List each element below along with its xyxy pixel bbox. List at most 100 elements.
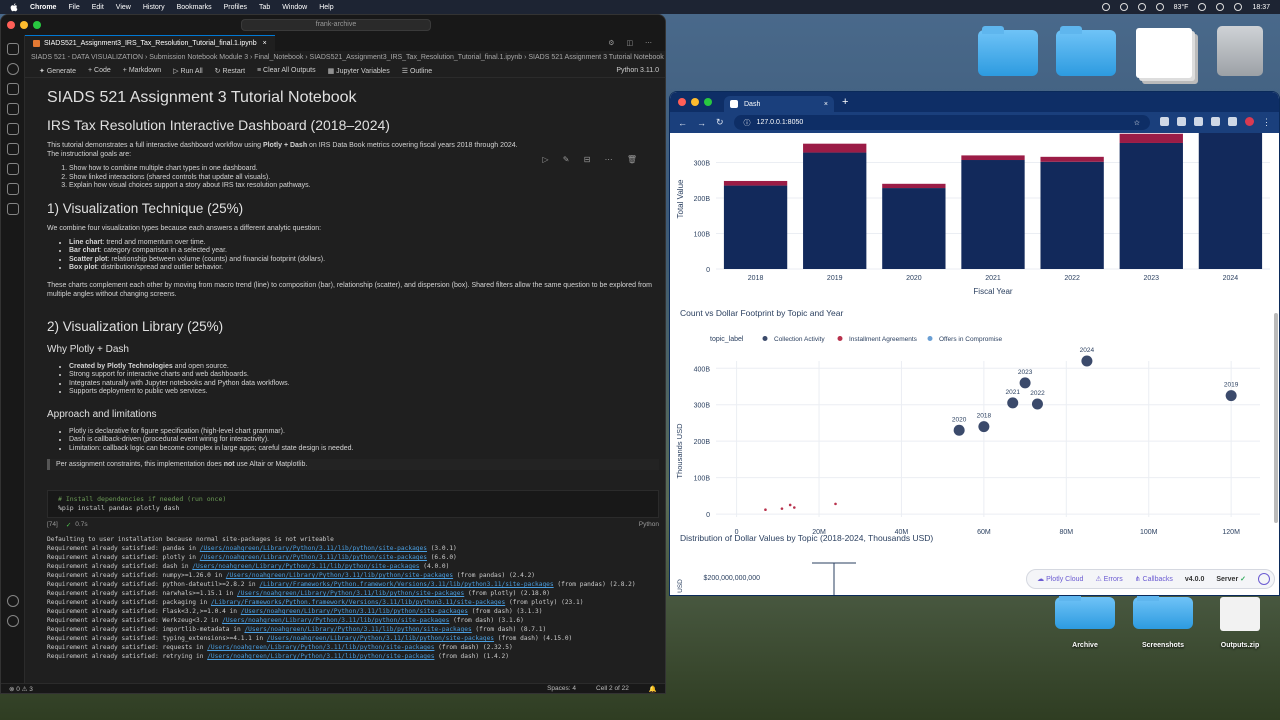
desktop-screenshots[interactable]: Screenshots (1133, 593, 1193, 649)
run-all-button[interactable]: ▷ Run All (173, 67, 203, 75)
profile-avatar[interactable] (1245, 117, 1254, 126)
scatter-chart[interactable]: topic_label Collection Activity Installmen… (670, 321, 1279, 541)
new-tab-button[interactable]: + (842, 96, 848, 108)
menu-history[interactable]: History (143, 4, 165, 11)
close-window-button[interactable] (7, 21, 15, 29)
extensions-puzzle-icon[interactable] (1211, 117, 1220, 126)
plotly-cloud-button[interactable]: ☁ Plotly Cloud (1037, 575, 1083, 583)
menu-window[interactable]: Window (282, 4, 307, 11)
output-path-link[interactable]: /Users/noahgreen/Library/Python/3.11/lib… (241, 608, 468, 615)
menu-bookmarks[interactable]: Bookmarks (177, 4, 212, 11)
explorer-icon[interactable] (6, 43, 19, 55)
settings-gear-icon[interactable] (6, 615, 19, 627)
generate-button[interactable]: ✦ Generate (39, 67, 76, 75)
minimize-window-button[interactable] (691, 98, 699, 106)
output-path-link[interactable]: /Users/noahgreen/Library/Python/3.11/lib… (200, 554, 427, 561)
problems-indicator[interactable]: ⊗ 0 ⚠ 3 (9, 685, 33, 693)
menu-edit[interactable]: Edit (92, 4, 104, 11)
extension-icon[interactable] (1177, 117, 1186, 126)
tab-notebook[interactable]: SIADS521_Assignment3_IRS_Tax_Resolution_… (25, 35, 275, 51)
menu-app-name[interactable]: Chrome (30, 4, 56, 11)
side-panel-icon[interactable] (1228, 117, 1237, 126)
forward-arrow-icon[interactable]: → (697, 118, 706, 128)
menu-file[interactable]: File (68, 4, 79, 11)
desktop-document[interactable] (1136, 28, 1192, 78)
desktop-outputs-zip[interactable]: Outputs.zip (1210, 597, 1270, 649)
cell-toolbar[interactable]: ▷ ✎ ⊟ ⋯ 🗑 (542, 155, 643, 164)
status-app-icon[interactable] (1137, 3, 1146, 11)
jupyter-variables-button[interactable]: ▦ Jupyter Variables (328, 67, 390, 75)
close-window-button[interactable] (678, 98, 686, 106)
stacked-bar-chart[interactable]: 0 100B 200B 300B 2018 2019 2020 2021 2022 2023 202… (670, 133, 1279, 294)
remote-explorer-icon[interactable] (6, 143, 19, 155)
source-control-icon[interactable] (6, 83, 19, 95)
browser-tab-dash[interactable]: Dash × (724, 96, 834, 112)
output-path-link[interactable]: /Library/Frameworks/Python.framework/Ver… (259, 581, 553, 588)
extension-icon[interactable] (1160, 117, 1169, 126)
close-tab-icon[interactable]: × (263, 40, 267, 47)
site-info-icon[interactable]: ⓘ (744, 118, 751, 128)
restart-button[interactable]: ↻ Restart (215, 67, 245, 75)
bookmark-star-icon[interactable]: ☆ (1134, 119, 1140, 127)
cell-language[interactable]: Python (639, 521, 659, 529)
code-cell[interactable]: # Install dependencies if needed (run on… (47, 490, 659, 518)
menu-profiles[interactable]: Profiles (224, 4, 247, 11)
search-icon[interactable] (6, 63, 19, 75)
desktop-archive[interactable]: Archive (1055, 593, 1115, 649)
output-path-link[interactable]: /Users/noahgreen/Library/Python/3.11/lib… (244, 626, 471, 633)
callbacks-button[interactable]: ⋔ Callbacks (1135, 575, 1173, 583)
clear-outputs-button[interactable]: ≡ Clear All Outputs (257, 67, 316, 74)
apple-icon[interactable] (10, 2, 18, 12)
command-center-search[interactable]: frank-archive (241, 19, 431, 31)
server-status[interactable]: Server ✓ (1216, 575, 1246, 583)
errors-button[interactable]: ⚠ Errors (1095, 575, 1122, 583)
control-center-icon[interactable] (1234, 3, 1243, 11)
kernel-picker[interactable]: Python 3.11.0 (616, 67, 659, 74)
output-path-link[interactable]: /Users/noahgreen/Library/Python/3.11/lib… (226, 572, 453, 579)
add-markdown-button[interactable]: + Markdown (123, 67, 161, 74)
breadcrumb[interactable]: SIADS 521 - DATA VISUALIZATION › Submiss… (25, 51, 665, 64)
output-path-link[interactable]: /Users/noahgreen/Library/Python/3.11/lib… (200, 545, 427, 552)
status-record-icon[interactable] (1101, 3, 1110, 11)
zoom-window-button[interactable] (704, 98, 712, 106)
add-code-button[interactable]: + Code (88, 67, 111, 74)
status-extension-icon[interactable] (1119, 3, 1128, 11)
run-debug-icon[interactable] (6, 103, 19, 115)
weather-temp[interactable]: 83°F (1174, 4, 1189, 11)
indentation-indicator[interactable]: Spaces: 4 (547, 685, 576, 692)
battery-icon[interactable] (1216, 3, 1225, 11)
output-path-link[interactable]: /Users/noahgreen/Library/Python/3.11/lib… (267, 635, 494, 642)
containers-icon[interactable] (6, 183, 19, 195)
output-path-link[interactable]: /Users/noahgreen/Library/Python/3.11/lib… (192, 563, 419, 570)
menu-clock[interactable]: 18:37 (1252, 4, 1270, 11)
output-path-link[interactable]: /Users/noahgreen/Library/Python/3.11/lib… (222, 617, 449, 624)
page-scrollbar[interactable] (1274, 313, 1278, 523)
output-path-link[interactable]: /Users/noahgreen/Library/Python/3.11/lib… (237, 590, 464, 597)
back-arrow-icon[interactable]: ← (678, 118, 687, 128)
extension-icon[interactable] (1194, 117, 1203, 126)
menu-view[interactable]: View (116, 4, 131, 11)
chrome-menu-icon[interactable]: ⋮ (1262, 117, 1271, 128)
menu-tab[interactable]: Tab (259, 4, 270, 11)
zoom-window-button[interactable] (33, 21, 41, 29)
desktop-folder-2[interactable] (1056, 26, 1116, 76)
output-path-link[interactable]: /Library/Frameworks/Python.framework/Ver… (211, 599, 505, 606)
cell-position-indicator[interactable]: Cell 2 of 22 (596, 685, 629, 692)
collapse-devtools-icon[interactable] (1258, 573, 1270, 585)
menu-help[interactable]: Help (319, 4, 333, 11)
notifications-bell-icon[interactable]: 🔔 (649, 685, 657, 693)
weather-icon[interactable] (1155, 3, 1164, 11)
python-icon[interactable] (6, 203, 19, 215)
minimize-window-button[interactable] (20, 21, 28, 29)
address-bar[interactable]: ⓘ 127.0.0.1:8050 ☆ (733, 115, 1150, 130)
account-icon[interactable] (6, 595, 19, 607)
desktop-disk[interactable] (1217, 26, 1263, 76)
output-path-link[interactable]: /Users/noahgreen/Library/Python/3.11/lib… (207, 644, 434, 651)
output-path-link[interactable]: /Users/noahgreen/Library/Python/3.11/lib… (207, 653, 434, 660)
outline-button[interactable]: ☰ Outline (402, 67, 432, 75)
extensions-icon[interactable] (6, 123, 19, 135)
testing-icon[interactable] (6, 163, 19, 175)
wifi-icon[interactable] (1198, 3, 1207, 11)
desktop-folder-1[interactable] (978, 26, 1038, 76)
close-tab-icon[interactable]: × (824, 101, 828, 108)
